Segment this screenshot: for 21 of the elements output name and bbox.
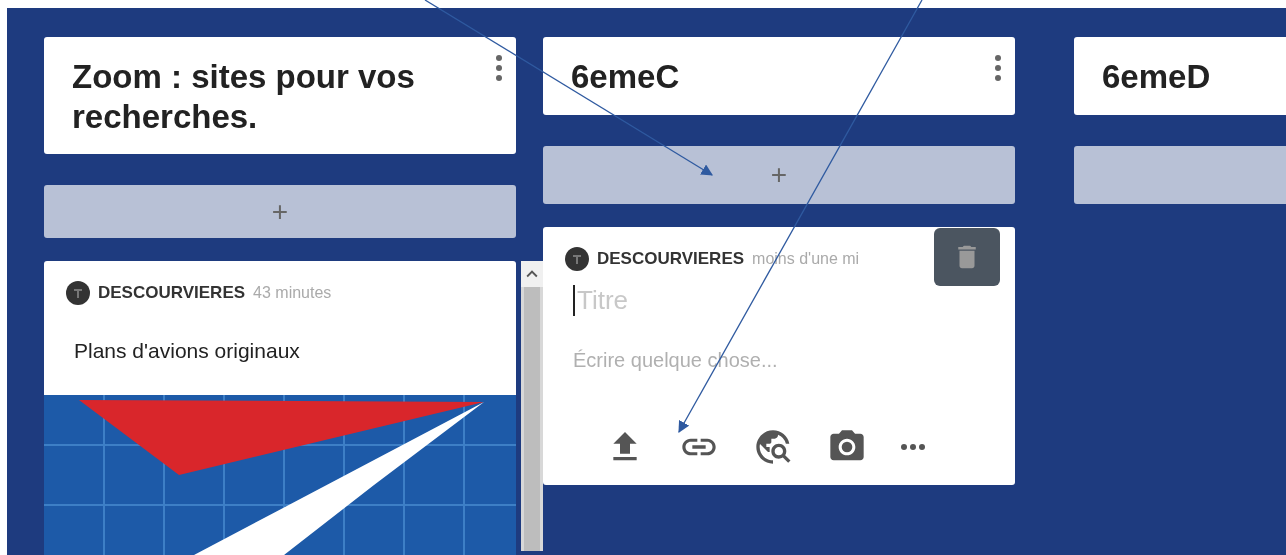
column-menu-button[interactable] (995, 55, 1001, 81)
more-icon (901, 443, 925, 450)
post-time: 43 minutes (253, 284, 332, 302)
author-name: DESCOURVIERES (98, 283, 246, 303)
author-name: DESCOURVIERES (597, 248, 745, 269)
column-title: 6emeC (571, 57, 681, 97)
delete-button[interactable] (934, 227, 1000, 286)
column-title: 6emeD (1102, 57, 1212, 97)
column-menu-button[interactable] (496, 55, 502, 81)
avatar-icon (66, 281, 90, 305)
scroll-up-icon[interactable] (521, 261, 543, 287)
more-vert-icon (995, 55, 1001, 81)
column-title: Zoom : sites pour vos recherches. (72, 57, 416, 137)
avatar-icon (565, 246, 589, 271)
post-title: Plans d'avions originaux (73, 338, 301, 364)
scrollbar-thumb[interactable] (524, 287, 540, 551)
scrollbar[interactable] (521, 261, 543, 551)
more-button[interactable] (901, 443, 925, 450)
more-vert-icon (496, 55, 502, 81)
add-post-button[interactable]: + (543, 145, 1015, 204)
add-post-button[interactable]: + (44, 185, 516, 238)
